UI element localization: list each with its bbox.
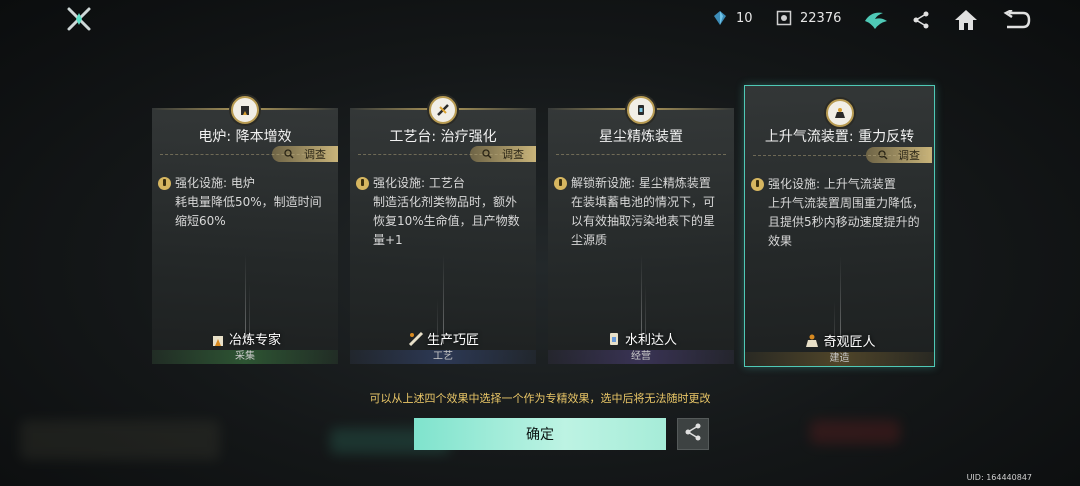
divider (753, 155, 926, 156)
effect-card-updraft[interactable]: 上升气流装置: 重力反转 调查 强化设施: 上升气流装置 上升气流装置周围重力降… (744, 85, 935, 367)
share-button[interactable] (677, 418, 709, 450)
craftsman-icon (407, 330, 425, 348)
divider (358, 154, 528, 155)
coin-count: 22376 (800, 10, 842, 26)
effect-card-workbench[interactable]: 工艺台: 治疗强化 调查 强化设施: 工艺台 制造活化剂类物品时，额外恢复10%… (350, 96, 536, 364)
top-bar: 10 22376 (0, 0, 1080, 40)
workbench-icon (429, 96, 457, 124)
category-label: 采集 (152, 350, 338, 364)
role-name: 冶炼专家 (228, 333, 281, 348)
crystal-counter: 10 (712, 10, 753, 26)
uid-label: UID: 164440847 (966, 473, 1032, 482)
coin-counter: 22376 (776, 10, 841, 26)
card-description: 强化设施: 上升气流装置 上升气流装置周围重力降低，且提供5秒内移动速度提升的效… (751, 175, 924, 251)
back-icon[interactable] (1003, 6, 1031, 34)
furnace-icon (231, 96, 259, 124)
category-label: 工艺 (350, 350, 536, 364)
share-icon (684, 423, 702, 445)
role-label: 水利达人 (548, 329, 734, 348)
role-name: 水利达人 (624, 333, 677, 348)
upgrade-icon (158, 177, 171, 190)
description-text: 强化设施: 电炉 耗电量降低50%，制造时间缩短60% (175, 176, 322, 228)
effect-card-stardust[interactable]: 星尘精炼装置 解锁新设施: 星尘精炼装置 在装填蓄电池的情况下，可以有效抽取污染… (548, 96, 734, 364)
category-label: 经营 (548, 350, 734, 364)
confirm-button[interactable]: 确定 (414, 418, 666, 450)
share-icon[interactable] (907, 6, 935, 34)
crystal-icon (712, 10, 728, 26)
role-name: 生产巧匠 (426, 333, 479, 348)
home-icon[interactable] (952, 6, 980, 34)
description-text: 强化设施: 上升气流装置 上升气流装置周围重力降低，且提供5秒内移动速度提升的效… (768, 177, 925, 248)
water-expert-icon (605, 330, 623, 348)
card-title: 工艺台: 治疗强化 (389, 129, 497, 145)
confirm-label: 确定 (526, 427, 554, 443)
updraft-icon (825, 99, 854, 127)
role-label: 奇观匠人 (745, 331, 934, 350)
card-description: 解锁新设施: 星尘精炼装置 在装填蓄电池的情况下，可以有效抽取污染地表下的星尘源… (554, 174, 724, 250)
divider (160, 154, 330, 155)
smelter-icon (209, 330, 227, 348)
selection-notice: 可以从上述四个效果中选择一个作为专精效果，选中后将无法随时更改 (369, 392, 711, 405)
refinery-icon (627, 96, 655, 124)
upgrade-icon (356, 177, 369, 190)
emblem-icon[interactable] (862, 6, 890, 34)
description-text: 解锁新设施: 星尘精炼装置 在装填蓄电池的情况下，可以有效抽取污染地表下的星尘源… (571, 176, 716, 247)
category-label: 建造 (745, 352, 934, 366)
crystal-count: 10 (736, 10, 753, 26)
background-blur (810, 420, 900, 444)
effect-card-furnace[interactable]: 电炉: 降本增效 调查 强化设施: 电炉 耗电量降低50%，制造时间缩短60% … (152, 96, 338, 364)
role-name: 奇观匠人 (823, 335, 876, 350)
card-description: 强化设施: 电炉 耗电量降低50%，制造时间缩短60% (158, 174, 328, 231)
crossed-swords-icon[interactable] (66, 6, 92, 32)
background-blur (20, 420, 220, 460)
card-description: 强化设施: 工艺台 制造活化剂类物品时，额外恢复10%生命值，且产物数量+1 (356, 174, 526, 250)
upgrade-icon (751, 178, 764, 191)
card-title: 电炉: 降本增效 (198, 129, 292, 145)
coin-icon (776, 10, 792, 26)
role-label: 生产巧匠 (350, 329, 536, 348)
divider (556, 154, 726, 155)
upgrade-icon (554, 177, 567, 190)
description-text: 强化设施: 工艺台 制造活化剂类物品时，额外恢复10%生命值，且产物数量+1 (373, 176, 520, 247)
card-title: 上升气流装置: 重力反转 (764, 129, 915, 145)
card-title: 星尘精炼装置 (599, 129, 683, 145)
role-label: 冶炼专家 (152, 329, 338, 348)
architect-icon (803, 332, 821, 350)
